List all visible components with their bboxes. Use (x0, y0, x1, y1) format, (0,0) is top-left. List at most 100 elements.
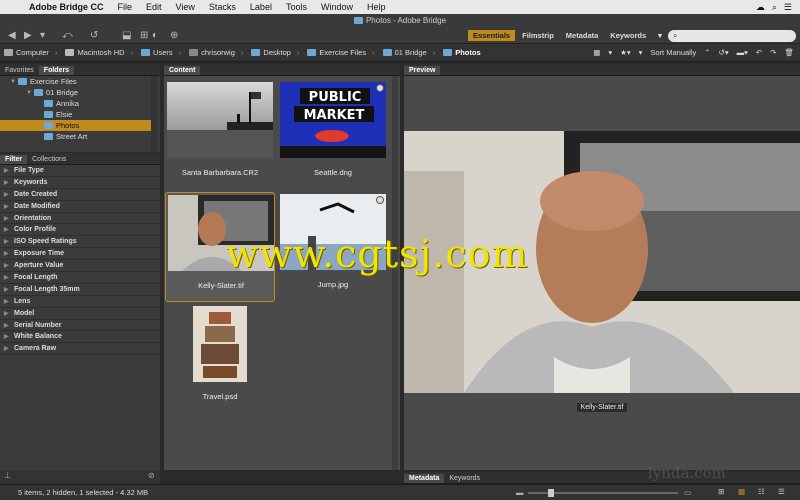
menu-help[interactable]: Help (360, 2, 393, 12)
tab-keywords[interactable]: Keywords (444, 474, 485, 483)
thumbnail-quality-icon[interactable]: ▦ (593, 48, 600, 57)
disclosure-triangle-icon: ▶ (4, 179, 9, 186)
filter-date-modified[interactable]: ▶ Date Modified (0, 201, 160, 213)
filter-model[interactable]: ▶ Model (0, 308, 160, 320)
menu-view[interactable]: View (169, 2, 202, 12)
boomerang-icon[interactable]: ↺ (90, 30, 98, 41)
menu-stacks[interactable]: Stacks (202, 2, 243, 12)
back-icon[interactable]: ◀ (8, 30, 16, 41)
path-desktop[interactable]: Desktop › (247, 48, 299, 57)
history-dropdown-icon[interactable]: ▾ (40, 30, 45, 41)
filter-label: Keywords (14, 178, 48, 186)
path-01-bridge[interactable]: 01 Bridge › (379, 48, 436, 57)
thumbnail-travel[interactable]: Travel.psd (165, 304, 275, 414)
filter-serial-number[interactable]: ▶ Serial Number (0, 320, 160, 332)
filter-exposure-time[interactable]: ▶ Exposure Time (0, 248, 160, 261)
folder-icon (18, 78, 27, 85)
sort-dropdown[interactable]: Sort Manually (650, 48, 696, 57)
thumbnail-santa-barbara[interactable]: Santa Barbarbara.CR2 (165, 80, 275, 190)
zoom-out-icon[interactable]: ▬ (516, 488, 524, 497)
workspace-essentials[interactable]: Essentials (468, 30, 516, 41)
filter-orientation[interactable]: ▶ Orientation (0, 213, 160, 225)
filter-focal-length[interactable]: ▶ Focal Length (0, 272, 160, 284)
filter-date-created[interactable]: ▶ Date Created (0, 189, 160, 201)
path-users[interactable]: Users › (137, 48, 181, 57)
open-camera-raw-icon[interactable]: ◐ (152, 30, 158, 41)
workspace-filmstrip[interactable]: Filmstrip (517, 30, 559, 41)
details-view-icon[interactable]: ☷ (758, 487, 765, 496)
menu-tools[interactable]: Tools (279, 2, 314, 12)
filter-aperture[interactable]: ▶ Aperture Value (0, 260, 160, 273)
delete-icon[interactable]: 🗑 (784, 48, 794, 57)
creative-cloud-icon[interactable]: ☁ (756, 2, 765, 13)
menu-app[interactable]: Adobe Bridge CC (22, 2, 111, 12)
list-icon[interactable]: ☰ (784, 2, 792, 13)
filter-items-icon[interactable]: ▾ (639, 48, 643, 57)
menu-label[interactable]: Label (243, 2, 279, 12)
tab-metadata[interactable]: Metadata (404, 474, 445, 483)
folder-row-annika[interactable]: Annika (0, 98, 160, 109)
output-icon[interactable]: ⊕ (170, 30, 178, 41)
clear-filter-icon[interactable]: ⊘ (148, 471, 155, 480)
folders-scrollbar[interactable] (151, 76, 157, 152)
disclosure-triangle-icon[interactable]: ▼ (10, 79, 16, 85)
thumbnail-caption: Santa Barbarbara.CR2 (181, 168, 259, 177)
sort-direction-icon[interactable]: ⌃ (704, 48, 710, 57)
filter-label: Focal Length 35mm (14, 285, 80, 293)
thumbnail-seattle[interactable]: PUBLIC MARKET Seattle.dng (278, 80, 388, 190)
filter-keywords[interactable]: ▶ Keywords (0, 177, 160, 189)
reveal-recent-icon[interactable]: ⤺ (62, 30, 73, 41)
folder-row-exercise-files[interactable]: ▼ Exercise Files (0, 76, 160, 87)
tab-content[interactable]: Content (164, 66, 201, 75)
chevron-right-icon: › (432, 48, 436, 57)
path-exercise-files[interactable]: Exercise Files › (303, 48, 375, 57)
forward-icon[interactable]: ▶ (24, 30, 32, 41)
path-computer[interactable]: Computer › (0, 48, 57, 57)
path-chrisorwig[interactable]: chrisorwig › (185, 48, 243, 57)
tab-preview[interactable]: Preview (404, 66, 441, 75)
thumbnail-quality-dropdown-icon[interactable]: ▾ (608, 48, 612, 57)
rotate-right-icon[interactable]: ↷ (770, 48, 776, 57)
path-macintosh-hd[interactable]: Macintosh HD › (61, 48, 133, 57)
folder-row-elsie[interactable]: Elsie (0, 109, 160, 120)
slider-thumb[interactable] (548, 489, 554, 497)
new-folder-icon[interactable]: ▬▾ (737, 48, 748, 57)
camera-download-icon[interactable]: ⬓ (122, 30, 131, 41)
filter-camera-raw[interactable]: ▶ Camera Raw (0, 343, 160, 356)
home-icon (189, 49, 199, 56)
open-recent-icon[interactable]: ↺▾ (719, 48, 729, 57)
filter-iso[interactable]: ▶ ISO Speed Ratings (0, 236, 160, 249)
zoom-in-icon[interactable]: ▭ (684, 488, 691, 497)
filter-white-balance[interactable]: ▶ White Balance (0, 331, 160, 344)
refine-icon[interactable]: ⊞ (140, 30, 148, 41)
menu-file[interactable]: File (111, 2, 140, 12)
folder-row-01-bridge[interactable]: ▼ 01 Bridge (0, 87, 160, 98)
workspace-menu-icon[interactable]: ▾ (653, 30, 667, 41)
search-field[interactable]: ⌕ (668, 30, 796, 42)
workspace-keywords[interactable]: Keywords (605, 30, 651, 41)
thumbnail-view-icon[interactable]: ▦ (738, 487, 745, 496)
tab-collections[interactable]: Collections (27, 155, 71, 164)
window-title-text: Photos - Adobe Bridge (365, 16, 447, 25)
workspace-metadata[interactable]: Metadata (561, 30, 604, 41)
filter-lens[interactable]: ▶ Lens (0, 296, 160, 308)
disclosure-triangle-icon[interactable]: ▼ (26, 90, 32, 96)
tab-folders[interactable]: Folders (38, 66, 75, 75)
folder-row-street-art[interactable]: Street Art (0, 131, 160, 142)
menu-edit[interactable]: Edit (139, 2, 169, 12)
filter-file-type[interactable]: ▶ File Type (0, 165, 160, 177)
list-view-icon[interactable]: ☰ (778, 487, 785, 496)
rating-star-icon[interactable]: ★▾ (620, 48, 631, 57)
tab-favorites[interactable]: Favorites (0, 66, 39, 75)
rotate-left-icon[interactable]: ↶ (756, 48, 762, 57)
tab-filter[interactable]: Filter (0, 155, 28, 164)
filter-color-profile[interactable]: ▶ Color Profile (0, 224, 160, 237)
search-icon[interactable]: ⌕ (772, 2, 777, 13)
window-titlebar: Photos - Adobe Bridge ◀ ▶ ▾ ⤺ ↺ ⬓ ⊞ ◐ ⊕ … (0, 14, 800, 44)
keep-filter-pin-icon[interactable]: ⊥ (4, 471, 11, 480)
path-photos[interactable]: Photos (439, 48, 481, 57)
filter-focal-length-35[interactable]: ▶ Focal Length 35mm (0, 284, 160, 296)
grid-view-icon[interactable]: ⊞ (718, 487, 724, 496)
menu-window[interactable]: Window (314, 2, 360, 12)
folder-row-photos[interactable]: Photos (0, 120, 154, 131)
